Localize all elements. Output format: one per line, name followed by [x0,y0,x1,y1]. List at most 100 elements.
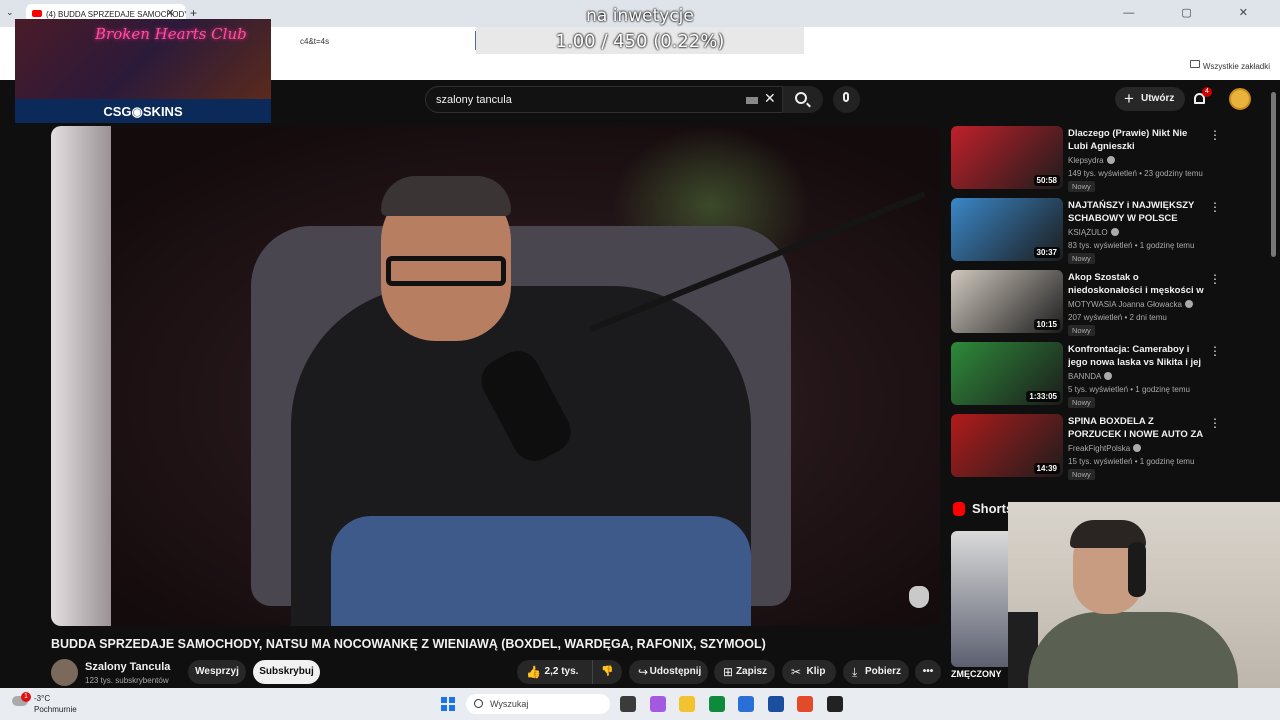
weather-description[interactable]: Pochmurnie [34,705,77,714]
notifications-button[interactable]: 4 [1192,87,1212,106]
recommendation-title[interactable]: SPINA BOXDELA Z PORZUCEK I NOWE AUTO ZA … [1068,415,1208,441]
video-thumbnail[interactable]: 1:33:05 [951,342,1063,405]
taskbar-app-icon[interactable] [649,696,666,712]
recommendation-item[interactable]: 30:37 NAJTAŃSZY i NAJWIĘKSZY SCHABOWY W P… [951,198,1221,264]
more-options-icon[interactable]: ⋮ [1209,200,1221,214]
video-thumbnail[interactable]: 14:39 [951,414,1063,477]
channel-watermark-icon[interactable] [909,586,929,608]
video-title: BUDDA SPRZEDAJE SAMOCHODY, NATSU MA NOCO… [51,637,766,651]
new-badge: Nowy [1068,181,1095,192]
share-button[interactable]: ↪ Udostępnij [629,660,708,684]
youtube-favicon-icon [32,10,42,17]
video-backdrop [51,126,111,626]
short-caption[interactable]: ZMĘCZONY [951,669,1002,679]
search-query[interactable]: szalony tancula [436,94,512,106]
more-options-icon[interactable]: ⋮ [1209,344,1221,358]
taskbar-app-icon[interactable] [826,696,843,712]
video-thumbnail[interactable]: 50:58 [951,126,1063,189]
channel-subscriber-count: 123 tys. subskrybentów [85,676,169,685]
recommendation-title[interactable]: Akop Szostak o niedoskonałości i męskośc… [1068,271,1208,297]
video-duration: 50:58 [1033,175,1060,186]
taskbar-app-icon[interactable] [679,696,695,712]
video-thumbnail[interactable]: 10:15 [951,270,1063,333]
keyboard-icon[interactable] [746,97,758,104]
video-thumbnail[interactable]: 30:37 [951,198,1063,261]
windows-start-icon[interactable] [441,697,455,711]
save-label: Zapisz [735,666,768,677]
taskbar-app-icon[interactable] [738,696,754,712]
plus-icon: + [1124,89,1134,108]
recommendation-title[interactable]: NAJTAŃSZY i NAJWIĘKSZY SCHABOWY W POLSCE [1068,199,1208,225]
more-options-icon[interactable]: ⋮ [1209,128,1221,142]
clear-search-icon[interactable]: ✕ [764,90,776,107]
thumbs-down-icon: 👎 [601,666,614,677]
video-host-legs [331,516,751,626]
taskbar-search-input[interactable]: Wyszukaj [466,694,610,714]
support-button[interactable]: Wesprzyj [188,660,246,684]
search-icon [474,699,483,708]
subscribe-button[interactable]: Subskrybuj [253,660,320,684]
create-label: Utwórz [1141,93,1175,104]
video-duration: 10:15 [1033,319,1060,330]
recommendation-channel[interactable]: BANNDA [1068,372,1113,381]
sponsor-brand-logo: CSG◉SKINS [15,99,271,123]
search-input[interactable]: szalony tancula ✕ [425,86,783,113]
weather-badge: 1 [21,692,31,702]
clip-button[interactable]: ✂ Klip [782,660,836,684]
notifications-badge: 4 [1202,87,1212,97]
microphone-icon [843,92,849,102]
download-button[interactable]: ⤓ Pobierz [843,660,909,684]
shorts-icon [953,502,965,516]
channel-avatar[interactable] [51,659,78,686]
page-scrollbar[interactable] [1271,92,1276,257]
video-player[interactable] [51,126,940,626]
tab-list-button[interactable]: ⌄ [6,7,14,18]
recommendation-channel[interactable]: KSIĄŻULO [1068,228,1119,237]
new-badge: Nowy [1068,397,1095,408]
search-icon [795,92,807,104]
weather-temperature[interactable]: -3°C [34,694,50,703]
bookmark-icon: ⊞ [723,665,734,679]
recommendation-meta: 5 tys. wyświetleń • 1 godzinę temu [1068,385,1190,394]
recommendation-item[interactable]: 10:15 Akop Szostak o niedoskonałości i mę… [951,270,1221,336]
taskbar-app-icon[interactable] [767,696,784,712]
tab-close-icon[interactable]: ✕ [166,8,174,19]
recommendation-channel[interactable]: Klepsydra [1068,156,1115,165]
voice-search-button[interactable] [833,86,860,113]
save-button[interactable]: ⊞ Zapisz [714,660,775,684]
more-options-icon[interactable]: ⋮ [1209,272,1221,286]
recommendation-channel[interactable]: FreakFightPolska [1068,444,1142,453]
search-button[interactable] [783,86,823,113]
more-options-icon[interactable]: ⋮ [1209,416,1221,430]
taskbar-app-icon[interactable] [708,696,725,712]
url-text[interactable]: c4&t=4s [300,37,329,46]
channel-name[interactable]: Szalony Tancula [85,661,170,673]
download-label: Pobierz [864,666,902,677]
new-badge: Nowy [1068,253,1095,264]
recommendation-item[interactable]: 14:39 SPINA BOXDELA Z PORZUCEK I NOWE AUT… [951,414,1221,480]
verified-icon [1104,372,1113,380]
recommendation-title[interactable]: Dlaczego (Prawie) Nikt Nie Lubi Agnieszk… [1068,127,1208,153]
account-avatar[interactable] [1229,88,1251,110]
window-controls[interactable]: — ▢ ✕ [1123,6,1270,19]
like-count: 2,2 tys. [544,666,579,677]
recommendation-meta: 15 tys. wyświetleń • 1 godzinę temu [1068,457,1195,466]
recommendation-title[interactable]: Konfrontacja: Cameraboy i jego nowa lask… [1068,343,1208,369]
recommendation-item[interactable]: 50:58 Dlaczego (Prawie) Nikt Nie Lubi Agn… [951,126,1221,192]
short-thumbnail[interactable] [951,531,1008,667]
recommendation-meta: 83 tys. wyświetleń • 1 godzinę temu [1068,241,1195,250]
video-host-glasses [386,256,506,286]
create-button[interactable]: + Utwórz [1115,87,1185,111]
taskbar-app-icon[interactable] [797,696,813,712]
like-button[interactable]: 👍 2,2 tys. [517,660,592,684]
taskbar-app-icon[interactable] [620,696,636,712]
all-bookmarks-link[interactable]: Wszystkie zakładki [1203,62,1270,71]
headset-icon [1128,542,1146,597]
recommendation-channel[interactable]: MOTYWASIA Joanna Głowacka [1068,300,1193,309]
url-field[interactable] [258,31,476,50]
more-actions-button[interactable]: ••• [915,660,941,684]
new-tab-button[interactable]: + [190,6,197,20]
recommendation-item[interactable]: 1:33:05 Konfrontacja: Cameraboy i jego no… [951,342,1221,408]
video-host-hair [381,176,511,216]
dislike-button[interactable]: 👎 [592,660,622,684]
